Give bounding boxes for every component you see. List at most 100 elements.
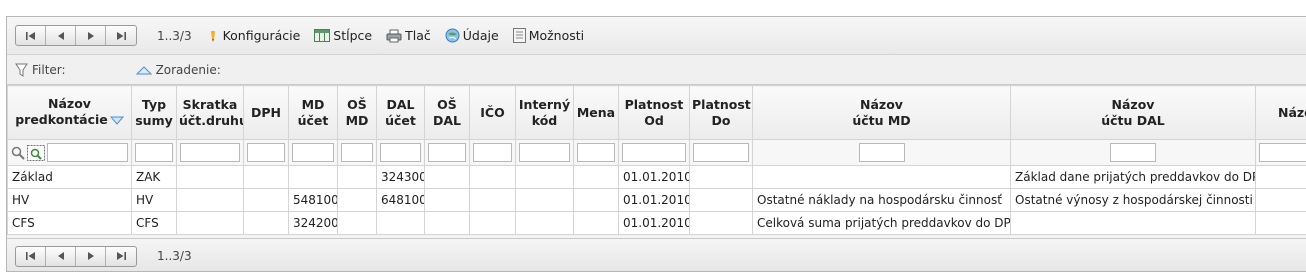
filter-input-nazov-uctu-dal[interactable] (1110, 143, 1156, 162)
bottom-page-range-text: 1..3/3 (157, 249, 192, 263)
table-cell: HV (7, 188, 132, 212)
filter-input-interny-kod[interactable] (519, 143, 570, 162)
table-cell: CFS (131, 211, 177, 235)
configuration-button[interactable]: Konfigurácie (206, 28, 301, 43)
first-page-button[interactable] (16, 246, 46, 266)
filter-input-mena[interactable] (577, 143, 615, 162)
columns-button[interactable]: Stĺpce (314, 28, 372, 43)
col-header-dal-ucet[interactable]: DAL účet (376, 85, 425, 140)
sort-toggle[interactable]: Zoradenie: (135, 62, 221, 77)
filter-input-platnost-od[interactable] (622, 143, 686, 162)
col-header-os-md[interactable]: OŠ MD (337, 85, 377, 140)
configuration-label: Konfigurácie (222, 28, 301, 43)
prev-page-button[interactable] (46, 246, 76, 266)
table-cell: 01.01.2010 (618, 188, 690, 212)
columns-icon (314, 29, 331, 42)
table-cell (515, 188, 574, 212)
filter-input-md-ucet[interactable] (292, 143, 334, 162)
col-header-typ-sumy[interactable]: Typ sumy (131, 85, 177, 140)
options-button[interactable]: Možnosti (512, 28, 584, 43)
table-cell: 01.01.2010 (618, 211, 690, 235)
table-row[interactable]: Základ ZAK 324300 01.01.2010 Základ dane pri… (7, 165, 1306, 189)
table-cell (1010, 211, 1256, 235)
table-cell (376, 211, 425, 235)
filter-input-os-md[interactable] (341, 143, 373, 162)
bottom-toolbar: 1..3/3 (7, 238, 1306, 271)
last-page-button[interactable] (106, 26, 136, 45)
filter-toggle[interactable]: Filter: (15, 63, 66, 77)
filter-input-dal-ucet[interactable] (380, 143, 421, 162)
table-cell: Základ dane prijatých preddavkov do DPH (1010, 165, 1256, 189)
table-cell (752, 165, 1011, 189)
col-header-nazov-uctu-md[interactable]: Názov účtu MD (752, 85, 1011, 140)
filter-input-dph[interactable] (247, 143, 285, 162)
filter-cell (337, 139, 377, 166)
filter-cell (376, 139, 425, 166)
filter-cell (573, 139, 619, 166)
filter-cell (752, 139, 1011, 166)
table-cell (573, 165, 619, 189)
col-header-platnost-od[interactable]: Platnost Od (618, 85, 690, 140)
filter-input-typ-sumy[interactable] (135, 143, 173, 162)
col-header-dph[interactable]: DPH (243, 85, 289, 140)
table-cell: 324300 (376, 165, 425, 189)
first-page-button[interactable] (16, 26, 46, 45)
table-cell (689, 211, 753, 235)
table-cell: 548100 (288, 188, 338, 212)
table-cell (243, 188, 289, 212)
data-button[interactable]: Údaje (445, 28, 499, 43)
col-header-ico[interactable]: IČO (469, 85, 516, 140)
table-cell (1255, 165, 1306, 189)
filter-input-os-dal[interactable] (428, 143, 466, 162)
prev-page-icon (57, 31, 64, 40)
col-header-os-dal[interactable]: OŠ DAL (424, 85, 470, 140)
table-row[interactable]: CFS CFS 324200 01.01.2010 Celková suma prija… (7, 211, 1306, 235)
prev-page-button[interactable] (46, 26, 76, 45)
table-row[interactable]: HV HV 548100 648100 01.01.2010 Ostatné náklad… (7, 188, 1306, 212)
table-cell (573, 211, 619, 235)
col-header-platnost-do[interactable]: Platnost Do (689, 85, 753, 140)
filter-bar: Filter: Zoradenie: (7, 55, 1306, 85)
table-cell (288, 165, 338, 189)
magnifier-icon[interactable] (11, 146, 25, 160)
col-header-md-ucet[interactable]: MD účet (288, 85, 338, 140)
table-cell: ZAK (131, 165, 177, 189)
predkontacie-table: Názov predkontácie Typ sumy Skratka účt.… (7, 85, 1306, 235)
clear-filter-icon[interactable] (27, 144, 45, 161)
table-cell (515, 165, 574, 189)
table-cell: Ostatné výnosy z hospodárskej činnosti (1010, 188, 1256, 212)
filter-input-ico[interactable] (473, 143, 512, 162)
table-cell (176, 188, 244, 212)
filter-cell (7, 139, 132, 166)
sort-label: Zoradenie: (155, 62, 221, 77)
table-cell: 648100 (376, 188, 425, 212)
next-page-button[interactable] (76, 26, 106, 45)
table-cell (176, 165, 244, 189)
table-cell (424, 188, 470, 212)
next-page-button[interactable] (76, 246, 106, 266)
print-label: Tlač (405, 28, 431, 43)
filter-input-platnost-do[interactable] (693, 143, 749, 162)
filter-input-skratka[interactable] (180, 143, 240, 162)
filter-cell (243, 139, 289, 166)
col-header-interny-kod[interactable]: Interný kód (515, 85, 574, 140)
filter-input-nazov-uctu-md[interactable] (858, 143, 905, 162)
table-cell (337, 165, 377, 189)
next-page-icon (87, 31, 94, 40)
table-cell: 324200 (288, 211, 338, 235)
col-header-nazov-predkontacie[interactable]: Názov predkontácie (7, 85, 132, 140)
col-header-nazov-uctu-dal[interactable]: Názov účtu DAL (1010, 85, 1256, 140)
col-header-mena[interactable]: Mena (573, 85, 619, 140)
filter-cell (618, 139, 690, 166)
col-header-skratka[interactable]: Skratka účt.druhu (176, 85, 244, 140)
col-header-nazov-firmy[interactable]: Názov firmy (1255, 85, 1306, 140)
filter-input-nazov-firmy[interactable] (1259, 143, 1306, 162)
print-button[interactable]: Tlač (386, 28, 431, 43)
data-grid: 1..3/3 Konfigurácie Stĺpce Tlač Údaje Mo… (6, 16, 1306, 272)
last-page-button[interactable] (106, 247, 136, 266)
table-cell (689, 165, 753, 189)
filter-input-nazov-predkontacie[interactable] (47, 143, 128, 162)
data-label: Údaje (462, 28, 499, 43)
table-cell: Základ (7, 165, 132, 189)
bottom-pager (15, 245, 137, 267)
